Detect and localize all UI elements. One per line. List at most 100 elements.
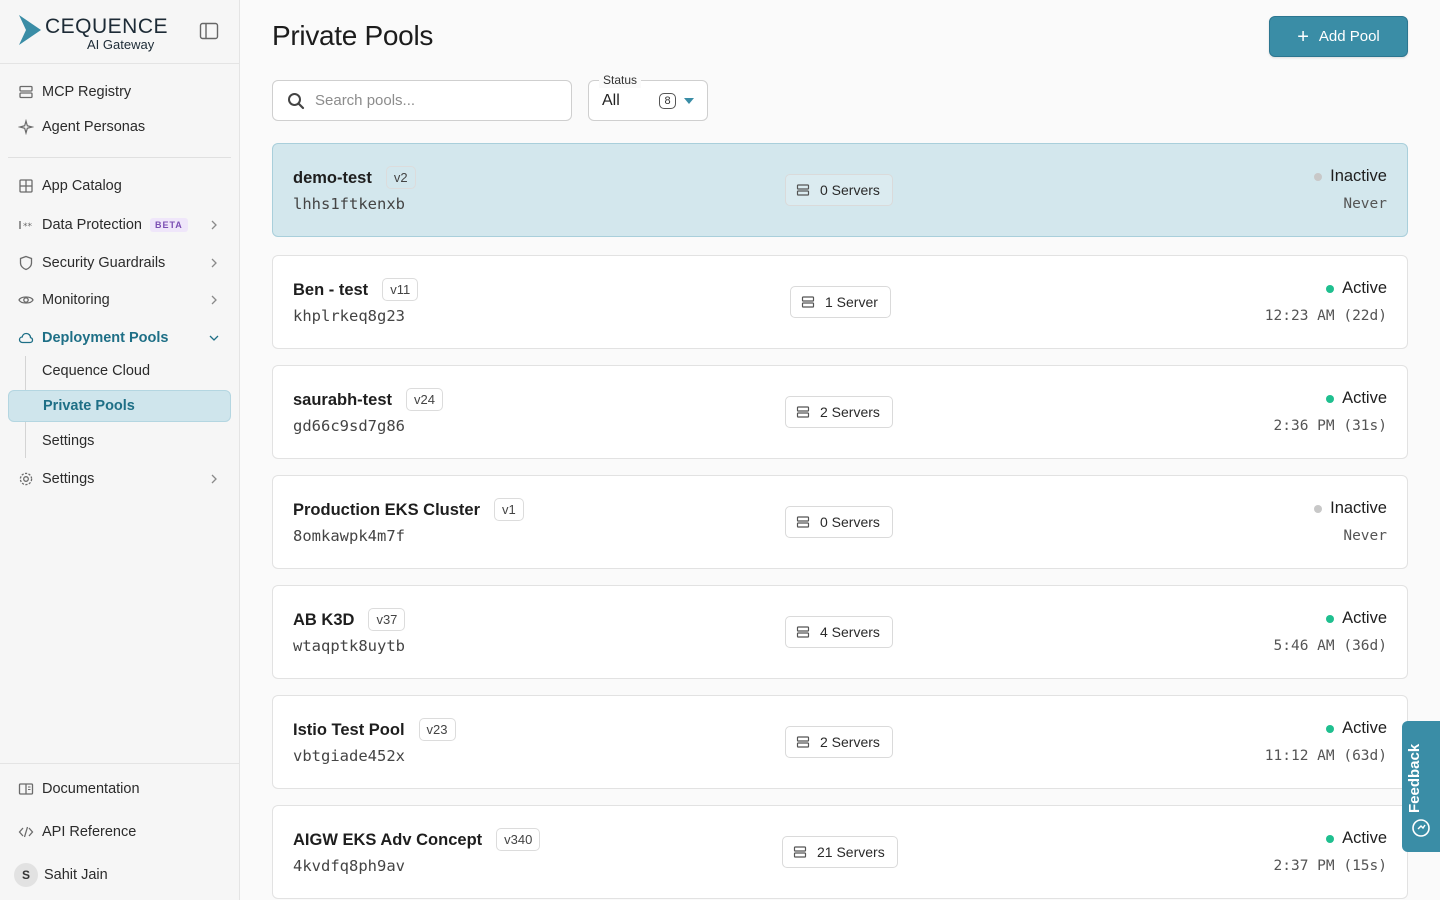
sidebar-subitem-private-pools[interactable]: Private Pools <box>8 390 231 422</box>
pool-status: Inactive <box>1314 167 1387 186</box>
server-count-badge: 2 Servers <box>785 396 893 428</box>
pool-card[interactable]: Production EKS Cluster v1 8omkawpk4m7f 0 … <box>272 475 1408 569</box>
search-box <box>272 80 572 121</box>
sidebar-link-api-reference[interactable]: API Reference <box>8 816 231 848</box>
server-count-badge: 2 Servers <box>785 726 893 758</box>
sidebar-item-monitoring[interactable]: Monitoring <box>8 284 231 316</box>
sidebar-item-label: Data Protection <box>42 217 142 233</box>
pool-card[interactable]: saurabh-test v24 gd66c9sd7g86 2 Servers A… <box>272 365 1408 459</box>
server-count: 2 Servers <box>820 404 880 420</box>
sidebar-link-documentation[interactable]: Documentation <box>8 773 231 805</box>
chevron-right-icon <box>211 295 217 305</box>
server-count: 4 Servers <box>820 624 880 640</box>
server-count-badge: 0 Servers <box>785 506 893 538</box>
sidebar-link-label: Documentation <box>42 781 140 797</box>
pool-version-badge: v37 <box>368 608 406 631</box>
status-filter-label: Status <box>599 72 642 88</box>
pool-status-label: Active <box>1342 389 1387 407</box>
pool-version-badge: v2 <box>385 166 416 189</box>
pool-status: Active <box>1326 719 1387 738</box>
chevron-down-icon <box>209 335 219 341</box>
status-dot <box>1326 724 1335 733</box>
pool-version-badge: v340 <box>496 828 541 851</box>
feedback-tab[interactable]: Feedback <box>1402 721 1440 852</box>
sidebar-item-data-protection[interactable]: ** Data Protection BETA <box>8 209 231 241</box>
pool-last-seen: Never <box>1343 196 1387 212</box>
sidebar-item-label: Deployment Pools <box>42 330 169 346</box>
feedback-icon <box>1412 819 1430 837</box>
beta-badge: BETA <box>149 218 188 232</box>
pool-name: Production EKS Cluster <box>293 501 481 519</box>
pool-card[interactable]: Istio Test Pool v23 vbtgiade452x 2 Server… <box>272 695 1408 789</box>
chevron-right-icon <box>211 220 217 230</box>
pool-version-badge: v1 <box>494 498 524 521</box>
server-icon <box>796 626 810 638</box>
sidebar-item-label: Agent Personas <box>42 119 146 135</box>
pool-last-seen: 2:37 PM (15s) <box>1273 858 1388 874</box>
brand-product: AI Gateway <box>87 37 155 52</box>
pool-name: saurabh-test <box>293 391 393 409</box>
shield-icon <box>18 255 34 271</box>
pool-status-label: Inactive <box>1330 499 1387 517</box>
pool-status-label: Inactive <box>1330 167 1387 185</box>
pool-card[interactable]: AIGW EKS Adv Concept v340 4kvdfq8ph9av 21… <box>272 805 1408 899</box>
book-icon <box>18 781 34 797</box>
server-count: 0 Servers <box>820 182 880 198</box>
server-count-badge: 21 Servers <box>782 836 898 868</box>
gear-icon <box>18 471 34 487</box>
sidebar-collapse-icon[interactable] <box>199 22 219 40</box>
sidebar-item-app-catalog[interactable]: App Catalog <box>8 170 231 202</box>
avatar: S <box>14 863 38 887</box>
pool-name: demo-test <box>293 169 372 187</box>
sidebar-item-label: Settings <box>42 471 95 487</box>
status-dot <box>1326 284 1335 293</box>
status-dot <box>1326 834 1335 843</box>
brand-header: CEQUENCE AI Gateway <box>0 0 239 64</box>
server-icon <box>801 296 815 308</box>
svg-text:**: ** <box>23 222 33 232</box>
pool-version-badge: v11 <box>382 278 419 301</box>
cequence-logo-icon <box>19 15 41 45</box>
pool-version-badge: v24 <box>406 388 443 411</box>
server-icon <box>793 846 807 858</box>
pool-card[interactable]: Ben - test v11 khplrkeq8g23 1 Server Acti… <box>272 255 1408 349</box>
pool-id: gd66c9sd7g86 <box>293 417 405 435</box>
sparkle-icon <box>18 119 34 135</box>
pool-id: 8omkawpk4m7f <box>293 527 405 545</box>
feedback-label: Feedback <box>1406 743 1423 813</box>
pool-id: vbtgiade452x <box>293 747 405 765</box>
sidebar-item-mcp-registry[interactable]: MCP Registry <box>8 76 231 108</box>
status-filter-select[interactable]: Status All 8 <box>588 72 708 121</box>
user-profile[interactable]: S Sahit Jain <box>8 859 231 891</box>
sidebar-item-security-guardrails[interactable]: Security Guardrails <box>8 247 231 279</box>
pool-id: khplrkeq8g23 <box>293 307 405 325</box>
sidebar-subitem-settings[interactable]: Settings <box>8 425 231 457</box>
pool-name: AIGW EKS Adv Concept <box>293 831 483 849</box>
sidebar-subitem-cequence-cloud[interactable]: Cequence Cloud <box>8 355 231 387</box>
server-count-badge: 4 Servers <box>785 616 893 648</box>
sidebar-divider <box>8 157 231 158</box>
server-count: 21 Servers <box>817 844 885 860</box>
pool-card[interactable]: AB K3D v37 wtaqptk8uytb 4 Servers Active … <box>272 585 1408 679</box>
sidebar-bottom-divider <box>0 763 239 764</box>
pool-status: Active <box>1326 609 1387 628</box>
chevron-right-icon <box>211 258 217 268</box>
masked-data-icon: ** <box>18 217 34 233</box>
sidebar-item-deployment-pools[interactable]: Deployment Pools <box>8 322 231 354</box>
plus-icon: + <box>1297 25 1309 48</box>
server-count: 0 Servers <box>820 514 880 530</box>
search-input[interactable] <box>315 92 555 109</box>
pool-last-seen: Never <box>1343 528 1387 544</box>
server-icon <box>18 84 34 100</box>
server-count-badge: 0 Servers <box>785 174 893 206</box>
sidebar-item-settings[interactable]: Settings <box>8 463 231 495</box>
pool-last-seen: 12:23 AM (22d) <box>1264 308 1387 324</box>
server-icon <box>796 516 810 528</box>
pool-last-seen: 5:46 AM (36d) <box>1273 638 1388 654</box>
add-pool-button[interactable]: + Add Pool <box>1269 16 1408 57</box>
search-icon <box>288 92 305 109</box>
pool-card[interactable]: demo-test v2 lhhs1ftkenxb 0 Servers Inact… <box>272 143 1408 237</box>
server-count: 1 Server <box>825 294 878 310</box>
sidebar-item-agent-personas[interactable]: Agent Personas <box>8 111 231 143</box>
code-icon <box>18 824 34 840</box>
